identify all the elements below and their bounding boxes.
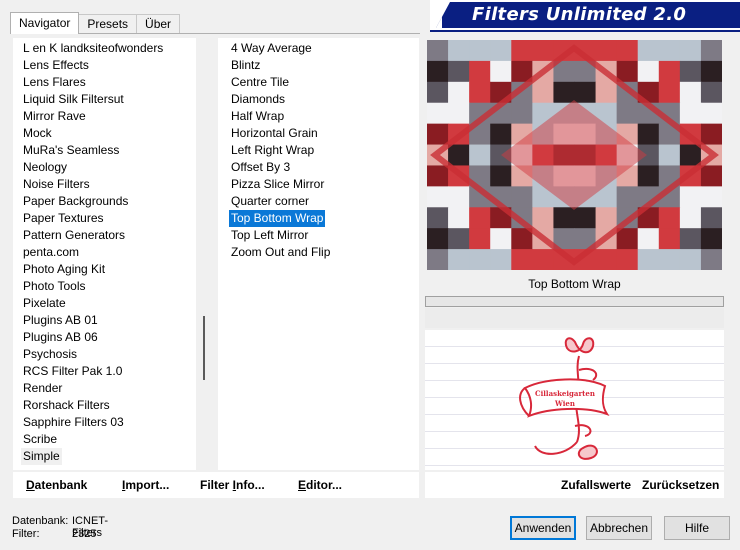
banner-title: Filters Unlimited 2.0 [472,4,687,25]
datenbank-button[interactable]: Datenbank [26,478,87,492]
filter-list-item[interactable]: Diamonds [229,91,287,108]
editor-button[interactable]: Editor... [298,478,342,492]
filter-info-button[interactable]: Filter Info... [200,478,265,492]
filter-list-item[interactable]: Horizontal Grain [229,125,320,142]
logo-text-line-1: Cillaskeigarten [535,389,595,398]
tab-strip: Navigator Presets Über [10,12,181,34]
category-list-item[interactable]: Plugins AB 06 [21,329,100,346]
category-list-item[interactable]: Photo Aging Kit [21,261,107,278]
preview-filter-name: Top Bottom Wrap [528,277,621,291]
category-list-item[interactable]: Noise Filters [21,176,92,193]
category-list-item[interactable]: Photo Tools [21,278,88,295]
help-button[interactable]: Hilfe [664,516,730,540]
filter-list-item[interactable]: 4 Way Average [229,40,314,57]
filter-preview-image [427,40,722,270]
category-list-item[interactable]: Simple [21,448,62,465]
category-list-item[interactable]: Scribe [21,431,59,448]
preview-pattern [427,40,722,270]
filter-list-item[interactable]: Top Bottom Wrap [229,210,326,227]
zuruecksetzen-button[interactable]: Zurücksetzen [642,478,719,492]
category-list-item[interactable]: Liquid Silk Filtersut [21,91,126,108]
category-list-item[interactable]: Lens Flares [21,74,88,91]
parameter-area [425,308,724,328]
category-list-item[interactable]: Paper Backgrounds [21,193,130,210]
title-banner: Filters Unlimited 2.0 [430,0,740,32]
import-button[interactable]: Import... [122,478,169,492]
filter-list[interactable]: 4 Way Average Blintz Centre Tile Diamonds Ha… [218,38,419,470]
progress-bar [425,296,724,307]
category-list-item[interactable]: RCS Filter Pak 1.0 [21,363,124,380]
filter-list-item[interactable]: Blintz [229,57,262,74]
filter-list-item[interactable]: Half Wrap [229,108,286,125]
status-database: Datenbank: ICNET-Filters [12,515,108,539]
category-list-item[interactable]: L en K landksiteofwonders [21,40,165,57]
category-list-item[interactable]: MuRa's Seamless [21,142,121,159]
filter-list-item[interactable]: Pizza Slice Mirror [229,176,326,193]
filter-list-item[interactable]: Zoom Out and Flip [229,244,332,261]
filter-list-item[interactable]: Top Left Mirror [229,227,310,244]
category-list-item[interactable]: penta.com [21,244,81,261]
category-list-item[interactable]: Plugins AB 01 [21,312,100,329]
category-list-item[interactable]: Sapphire Filters 03 [21,414,126,431]
tab-about[interactable]: Über [136,14,181,34]
category-scrollbar[interactable] [196,38,212,470]
category-list-item[interactable]: Render [21,380,64,397]
flower-logo: Cillaskeigarten Wien [519,337,610,460]
filter-list-item[interactable]: Left Right Wrap [229,142,316,159]
banner-rule [430,30,740,32]
status-filter-count: Filter: 2325 [12,528,96,540]
category-list-item[interactable]: Pixelate [21,295,68,312]
category-list-item[interactable]: Rorshack Filters [21,397,112,414]
cancel-button[interactable]: Abbrechen [586,516,652,540]
status-filter-label: Filter: [12,528,40,540]
category-list-item[interactable]: Neology [21,159,69,176]
filter-list-item[interactable]: Quarter corner [229,193,311,210]
logo-text-line-2: Wien [554,399,575,408]
apply-button[interactable]: Anwenden [510,516,576,540]
status-database-label: Datenbank: [12,515,69,527]
category-list-item[interactable]: Mock [21,125,54,142]
tab-navigator[interactable]: Navigator [10,12,80,34]
category-list-item[interactable]: Psychosis [21,346,79,363]
status-filter-value: 2325 [72,528,97,540]
category-list-item[interactable]: Lens Effects [21,57,91,74]
category-list-item[interactable]: Pattern Generators [21,227,127,244]
category-list[interactable]: L en K landksiteofwonders Lens Effects Len… [13,38,212,470]
filter-list-item[interactable]: Offset By 3 [229,159,292,176]
filter-list-item[interactable]: Centre Tile [229,74,291,91]
zufallswerte-button[interactable]: Zufallswerte [561,478,631,492]
category-scrollbar-thumb[interactable] [203,316,205,380]
logo-panel: Cillaskeigarten Wien [425,330,724,470]
tab-presets[interactable]: Presets [78,14,138,34]
category-list-item[interactable]: Mirror Rave [21,108,88,125]
category-list-item[interactable]: Paper Textures [21,210,106,227]
